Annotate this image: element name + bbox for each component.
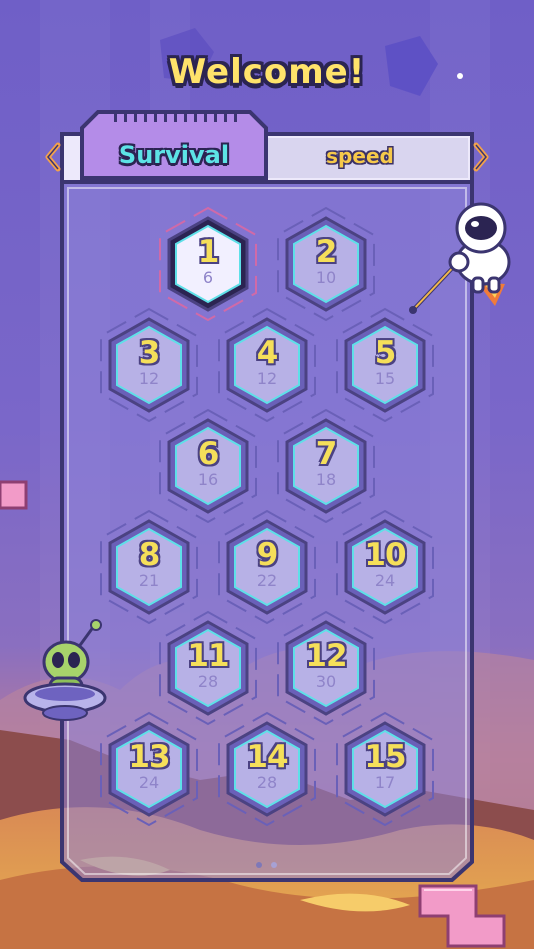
level-number: 4 xyxy=(256,335,279,371)
level-score: 22 xyxy=(256,571,278,590)
level-score: 21 xyxy=(138,571,160,590)
level-number: 15 xyxy=(364,739,406,775)
level-button[interactable]: 14 28 xyxy=(215,711,319,827)
tab-speed[interactable]: speed xyxy=(270,138,450,174)
level-button[interactable]: 9 22 xyxy=(215,509,319,625)
level-button[interactable]: 13 24 xyxy=(97,711,201,827)
level-number: 14 xyxy=(246,739,288,775)
level-button[interactable]: 16 xyxy=(156,206,260,322)
level-number: 11 xyxy=(187,638,229,674)
level-number: 6 xyxy=(197,436,220,472)
tab-survival[interactable]: Survival xyxy=(86,134,262,176)
level-score: 15 xyxy=(374,369,396,388)
page-dot-1[interactable] xyxy=(256,862,262,868)
level-number: 5 xyxy=(374,335,397,371)
level-number: 1 xyxy=(197,234,220,270)
level-button[interactable]: 6 16 xyxy=(156,408,260,524)
level-score: 28 xyxy=(256,773,278,792)
astronaut-icon xyxy=(409,202,511,314)
level-score: 16 xyxy=(197,470,219,489)
level-score: 28 xyxy=(197,672,219,691)
level-number: 8 xyxy=(138,537,161,573)
level-button[interactable]: 7 18 xyxy=(274,408,378,524)
alien-ufo-icon xyxy=(23,619,107,721)
level-score: 6 xyxy=(202,268,214,287)
level-score: 24 xyxy=(138,773,160,792)
chevron-left-icon[interactable] xyxy=(44,142,62,172)
level-button[interactable]: 5 15 xyxy=(333,307,437,423)
level-number: 2 xyxy=(315,234,338,270)
level-score: 12 xyxy=(138,369,160,388)
level-number: 13 xyxy=(128,739,170,775)
level-button[interactable]: 4 12 xyxy=(215,307,319,423)
page-title: Welcome! xyxy=(168,52,366,92)
level-button[interactable]: 12 30 xyxy=(274,610,378,726)
level-score: 30 xyxy=(315,672,337,691)
tetromino-block-icon xyxy=(0,480,28,510)
level-button[interactable]: 15 17 xyxy=(333,711,437,827)
tetromino-block-icon xyxy=(418,884,506,948)
level-button[interactable]: 2 10 xyxy=(274,206,378,322)
level-score: 17 xyxy=(374,773,396,792)
page-dot-2[interactable] xyxy=(271,862,278,868)
level-button[interactable]: 10 24 xyxy=(333,509,437,625)
level-button[interactable]: 11 28 xyxy=(156,610,260,726)
level-button[interactable]: 8 21 xyxy=(97,509,201,625)
page-indicator xyxy=(256,853,281,872)
level-number: 9 xyxy=(256,537,279,573)
level-score: 24 xyxy=(374,571,396,590)
level-number: 10 xyxy=(364,537,406,573)
level-number: 3 xyxy=(138,335,161,371)
chevron-right-icon[interactable] xyxy=(472,142,490,172)
level-score: 10 xyxy=(315,268,337,287)
level-score: 18 xyxy=(315,470,337,489)
level-number: 12 xyxy=(305,638,347,674)
level-number: 7 xyxy=(315,436,338,472)
level-score: 12 xyxy=(256,369,278,388)
level-button[interactable]: 3 12 xyxy=(97,307,201,423)
